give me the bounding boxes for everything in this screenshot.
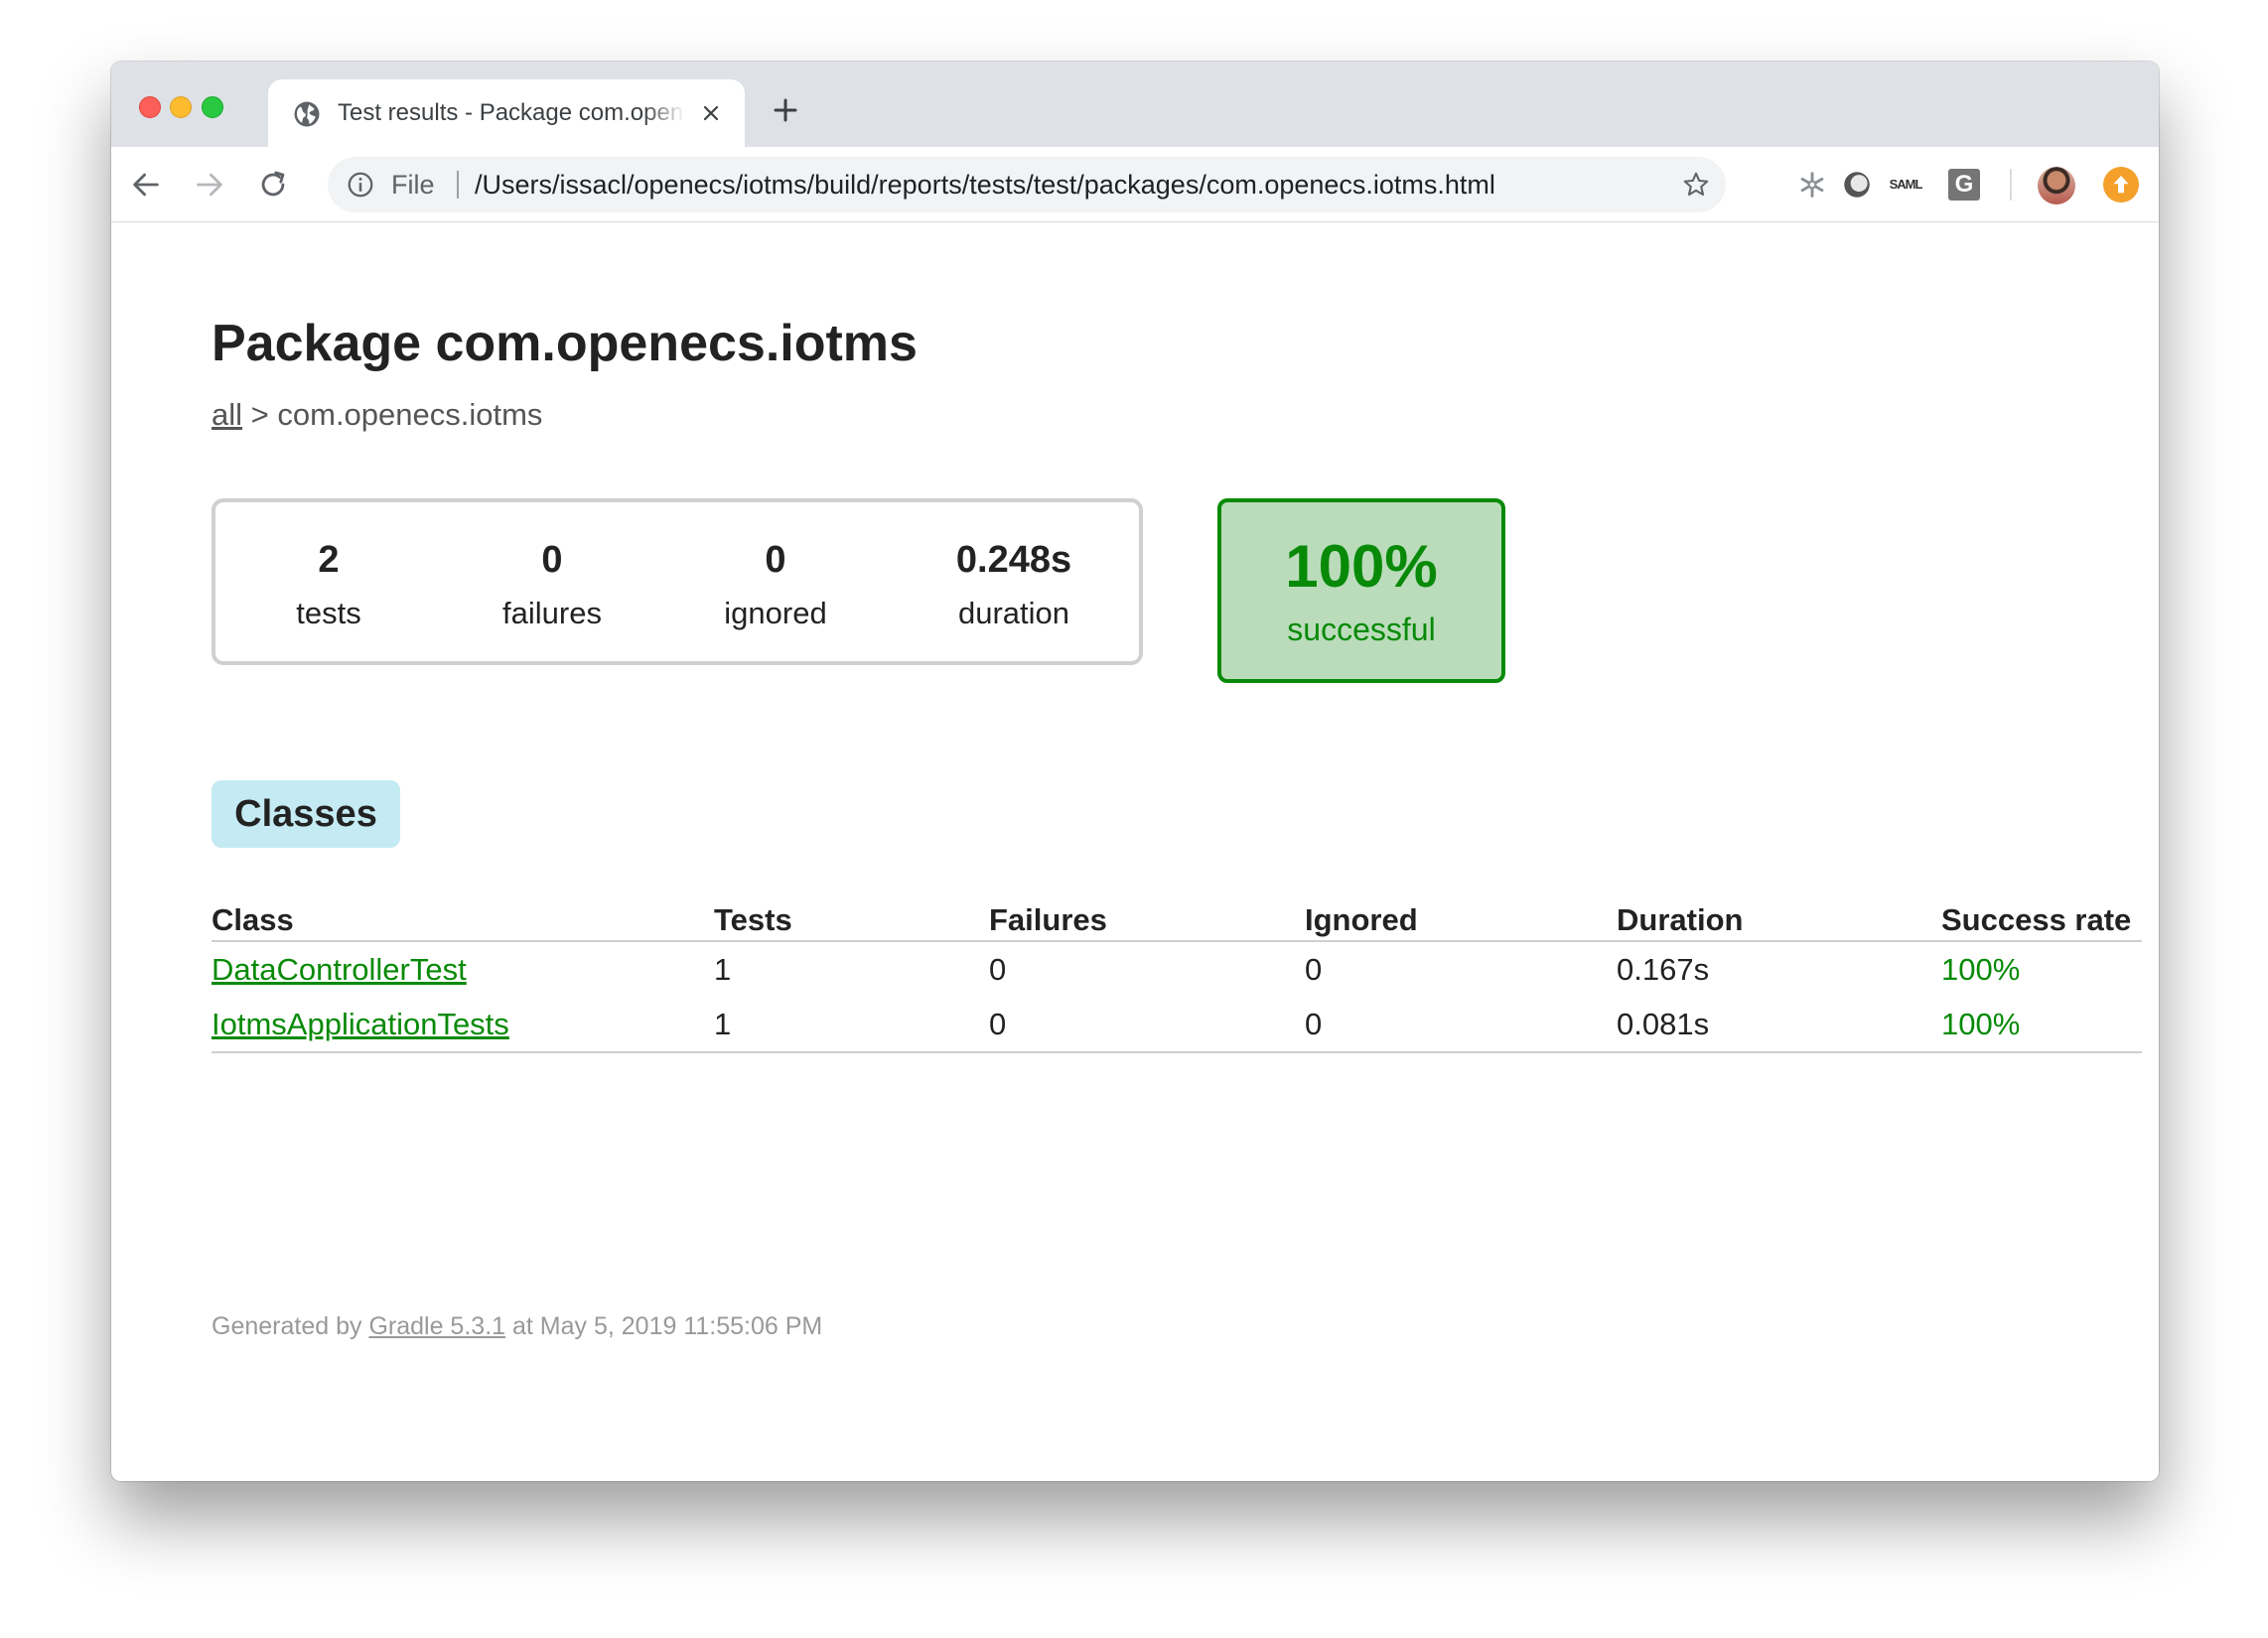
reload-icon[interactable]: [256, 168, 290, 202]
new-tab-icon[interactable]: [771, 95, 800, 125]
footer-timestamp: at May 5, 2019 11:55:06 PM: [512, 1312, 823, 1340]
success-rate-value: 100%: [1285, 533, 1438, 600]
breadcrumb-all-link[interactable]: all: [212, 397, 242, 432]
tests-count: 2: [318, 539, 340, 581]
success-rate-label: successful: [1287, 612, 1436, 647]
minimize-window-button[interactable]: [170, 96, 192, 118]
table-row: IotmsApplicationTests 1 0 0 0.081s 100%: [212, 997, 2142, 1053]
column-header-class: Class: [212, 889, 714, 942]
class-cell: IotmsApplicationTests: [212, 997, 714, 1053]
breadcrumb-separator: >: [250, 397, 269, 432]
duration-cell: 0.167s: [1617, 951, 1710, 987]
footer-prefix: Generated by: [212, 1312, 362, 1340]
success-rate-cell: 100%: [1941, 997, 2142, 1053]
update-arrow-icon: [2113, 176, 2129, 194]
update-button[interactable]: [2103, 167, 2139, 203]
success-rate-cell: 100%: [1941, 951, 2021, 987]
summary-box: 2 tests 0 failures 0 ignored 0.248s dura…: [212, 498, 1143, 665]
browser-toolbar: File /Users/issacl/openecs/iotms/build/r…: [111, 147, 2159, 222]
ignored-counter: 0 ignored: [676, 536, 875, 637]
saml-extension-icon[interactable]: SAML: [1884, 169, 1927, 201]
failures-cell: 0: [989, 951, 1007, 987]
page-content: Package com.openecs.iotms all > com.open…: [111, 222, 2159, 1481]
classes-table: Class Tests Failures Ignored Duration Su…: [212, 889, 2142, 1053]
address-bar[interactable]: File /Users/issacl/openecs/iotms/build/r…: [328, 157, 1726, 212]
circle-extension-icon[interactable]: [1840, 168, 1874, 202]
back-arrow-icon[interactable]: [129, 168, 163, 202]
column-header-failures: Failures: [989, 889, 1305, 942]
tests-cell: 1: [714, 951, 732, 987]
zoom-window-button[interactable]: [202, 96, 223, 118]
profile-avatar[interactable]: [2038, 167, 2075, 205]
tab-classes[interactable]: Classes: [212, 780, 400, 848]
bookmark-star-icon[interactable]: [1681, 170, 1711, 200]
forward-arrow-icon[interactable]: [193, 168, 226, 202]
class-link[interactable]: DataControllerTest: [212, 952, 467, 987]
column-header-tests: Tests: [714, 889, 989, 942]
ignored-label: ignored: [724, 596, 827, 630]
close-window-button[interactable]: [139, 96, 161, 118]
url-text[interactable]: /Users/issacl/openecs/iotms/build/report…: [475, 157, 1495, 212]
globe-icon: [294, 101, 320, 127]
tests-label: tests: [296, 596, 361, 630]
duration-value: 0.248s: [955, 539, 1072, 581]
failures-cell: 0: [989, 997, 1305, 1053]
browser-window: Test results - Package com.openecs.iotms: [111, 62, 2159, 1481]
tests-counter: 2 tests: [229, 536, 428, 637]
table-row: DataControllerTest 1 0 0 0.167s 100%: [212, 941, 2142, 997]
breadcrumb: all > com.openecs.iotms: [212, 397, 542, 433]
class-cell: DataControllerTest: [212, 941, 714, 997]
column-header-ignored: Ignored: [1305, 889, 1617, 942]
ignored-cell: 0: [1305, 951, 1323, 987]
footer: Generated by Gradle 5.3.1 at May 5, 2019…: [212, 1312, 822, 1341]
class-link[interactable]: IotmsApplicationTests: [212, 1007, 509, 1041]
tests-cell: 1: [714, 997, 989, 1053]
page-title: Package com.openecs.iotms: [212, 315, 918, 372]
column-header-success-rate: Success rate: [1941, 889, 2142, 942]
failures-counter: 0 failures: [453, 536, 651, 637]
g-extension-icon[interactable]: G: [1948, 169, 1980, 201]
column-header-duration: Duration: [1617, 889, 1941, 942]
failures-count: 0: [541, 539, 563, 581]
duration-counter: 0.248s duration: [915, 536, 1113, 637]
duration-cell: 0.081s: [1617, 997, 1941, 1053]
duration-label: duration: [957, 596, 1070, 630]
success-rate-box: 100% successful: [1217, 498, 1505, 683]
omnibox-divider: [457, 171, 459, 199]
failures-label: failures: [502, 596, 602, 630]
ignored-cell: 0: [1305, 997, 1617, 1053]
ignored-count: 0: [765, 539, 786, 581]
breadcrumb-current: com.openecs.iotms: [277, 397, 543, 432]
tab-title: Test results - Package com.openecs.iotms: [338, 99, 685, 126]
scheme-label: File: [391, 170, 435, 200]
snowflake-extension-icon[interactable]: [1795, 168, 1829, 202]
info-icon[interactable]: [346, 170, 375, 200]
browser-tab[interactable]: Test results - Package com.openecs.iotms: [268, 79, 745, 147]
gradle-link[interactable]: Gradle 5.3.1: [368, 1312, 505, 1340]
table-header-row: Class Tests Failures Ignored Duration Su…: [212, 889, 2142, 942]
toolbar-divider: [2010, 169, 2012, 201]
close-tab-icon[interactable]: [699, 101, 723, 125]
tab-strip: Test results - Package com.openecs.iotms: [111, 62, 2159, 147]
